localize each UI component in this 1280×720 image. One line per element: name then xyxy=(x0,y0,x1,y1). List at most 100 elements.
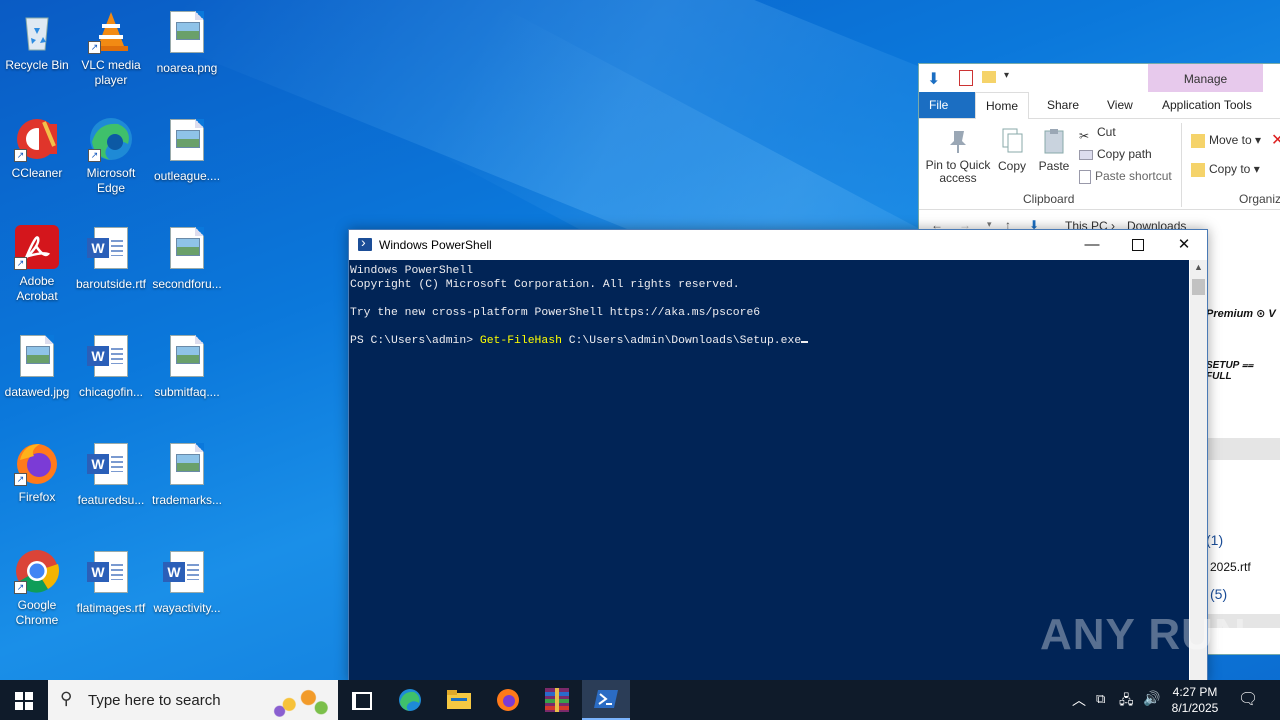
taskbar: ⚲ Type here to search ︿ ⧉ 🖧 🔊 4:27 PM 8/… xyxy=(0,680,1280,720)
desktop-icon-label: outleague.... xyxy=(153,169,221,183)
desktop-icon-ccleaner[interactable]: ↗ CCleaner xyxy=(0,116,74,181)
scroll-up-icon[interactable]: ▲ xyxy=(1194,262,1203,272)
content-text-line: Premium ⊙ V xyxy=(1206,308,1276,320)
show-hidden-icons-chevron-icon[interactable]: ︿ xyxy=(1072,690,1086,710)
powershell-icon xyxy=(358,234,372,251)
copy-path-icon xyxy=(1079,149,1093,160)
close-button[interactable]: ✕ xyxy=(1161,230,1207,260)
desktop-icon-label: Recycle Bin xyxy=(5,58,69,72)
word-document-icon: W xyxy=(87,227,134,273)
desktop-icon-baroutside[interactable]: W baroutside.rtf xyxy=(74,224,148,292)
minimize-button[interactable]: — xyxy=(1069,230,1115,260)
maximize-button[interactable] xyxy=(1115,230,1161,260)
content-band xyxy=(1206,438,1280,460)
copy-button[interactable]: Copy xyxy=(995,121,1029,173)
move-to-button[interactable]: Move to ▾ xyxy=(1191,130,1261,150)
taskbar-file-explorer-button[interactable] xyxy=(435,680,483,720)
desktop-icon-label: VLC media player xyxy=(81,58,141,87)
minimize-icon: — xyxy=(1084,236,1100,253)
system-clock[interactable]: 4:27 PM 8/1/2025 xyxy=(1160,684,1230,716)
word-document-icon: W xyxy=(87,443,134,489)
powershell-icon xyxy=(594,690,618,708)
desktop-icon-wayactivity[interactable]: W wayactivity... xyxy=(150,548,224,616)
device-icon[interactable]: ⧉ xyxy=(1096,691,1105,707)
console-command[interactable]: Get-FileHash xyxy=(480,335,562,347)
down-arrow-icon[interactable]: ⬇ xyxy=(927,69,940,89)
desktop-icon-label: datawed.jpg xyxy=(4,385,70,399)
shortcut-arrow-icon: ↗ xyxy=(14,473,27,486)
desktop-icon-label: noarea.png xyxy=(156,61,218,75)
copy-path-button[interactable]: Copy path xyxy=(1079,144,1152,164)
tab-home[interactable]: Home xyxy=(975,92,1030,120)
desktop-icon-label: submitfaq.... xyxy=(154,385,220,399)
desktop-icon-featuredsu[interactable]: W featuredsu... xyxy=(74,440,148,508)
copy-to-button[interactable]: Copy to ▾ xyxy=(1191,159,1260,179)
chrome-icon: ↗ xyxy=(14,548,60,594)
group-divider xyxy=(1181,123,1182,207)
desktop-icon-label: Microsoft Edge xyxy=(86,166,136,195)
shortcut-arrow-icon: ↗ xyxy=(14,257,27,270)
scrollbar-thumb[interactable] xyxy=(1192,279,1205,295)
desktop-icon-trademarks[interactable]: trademarks... xyxy=(150,440,224,508)
volume-icon[interactable]: 🔊 xyxy=(1143,690,1160,707)
desktop-icon-flatimages[interactable]: W flatimages.rtf xyxy=(74,548,148,616)
task-view-icon xyxy=(352,692,372,710)
desktop-icon-chrome[interactable]: ↗ Google Chrome xyxy=(0,548,74,628)
window-title: Windows PowerShell xyxy=(379,238,492,252)
taskbar-powershell-button[interactable] xyxy=(582,680,630,720)
taskbar-winrar-button[interactable] xyxy=(533,680,581,720)
organize-group-label: Organiz xyxy=(1239,192,1280,206)
manage-context-tab[interactable]: Manage xyxy=(1148,64,1263,92)
desktop-icon-submitfaq[interactable]: submitfaq.... xyxy=(150,332,224,400)
ribbon-home: Pin to Quick access Copy Paste ✂ Cut Copy… xyxy=(919,119,1280,210)
paste-shortcut-button[interactable]: Paste shortcut xyxy=(1079,166,1172,186)
task-view-button[interactable] xyxy=(336,680,384,720)
firefox-icon xyxy=(497,689,519,711)
desktop-icon-vlc[interactable]: ↗ VLC media player xyxy=(74,8,148,88)
group-count[interactable]: (5) xyxy=(1210,586,1280,602)
tab-view[interactable]: View xyxy=(1097,92,1143,118)
image-file-icon xyxy=(164,119,210,165)
word-document-icon: W xyxy=(87,335,134,381)
start-button[interactable] xyxy=(0,680,48,720)
scissors-icon: ✂ xyxy=(1079,128,1090,143)
shortcut-arrow-icon: ↗ xyxy=(14,149,27,162)
folder-copy-icon xyxy=(1191,162,1205,177)
taskbar-edge-button[interactable] xyxy=(386,680,434,720)
notifications-icon[interactable]: 🗨 xyxy=(1238,689,1258,709)
desktop-icon-outleague[interactable]: outleague.... xyxy=(150,116,224,184)
cut-button[interactable]: ✂ Cut xyxy=(1079,122,1116,143)
pin-to-quick-access-button[interactable]: Pin to Quick access xyxy=(923,121,993,185)
folder-move-icon xyxy=(1191,133,1205,148)
taskbar-search-box[interactable]: ⚲ Type here to search xyxy=(48,680,338,720)
console-line: Try the new cross-platform PowerShell ht… xyxy=(350,307,761,319)
file-list-item[interactable]: 2025.rtf xyxy=(1210,560,1280,574)
desktop-icon-secondforu[interactable]: secondforu... xyxy=(150,224,224,292)
new-folder-icon[interactable] xyxy=(982,71,996,83)
group-count[interactable]: (1) xyxy=(1206,532,1280,548)
network-icon[interactable]: 🖧 xyxy=(1119,691,1134,713)
chevron-down-icon[interactable]: ▾ xyxy=(1004,70,1009,81)
tab-file[interactable]: File xyxy=(919,92,975,118)
desktop-icon-acrobat[interactable]: ↗ Adobe Acrobat xyxy=(0,224,74,304)
tab-application-tools[interactable]: Application Tools xyxy=(1152,92,1262,118)
delete-icon[interactable]: ✕ xyxy=(1271,130,1280,150)
tab-share[interactable]: Share xyxy=(1037,92,1089,118)
desktop-icon-firefox[interactable]: ↗ Firefox xyxy=(0,440,74,505)
taskbar-firefox-button[interactable] xyxy=(484,680,532,720)
copy-icon xyxy=(1000,127,1024,155)
clock-date: 8/1/2025 xyxy=(1171,701,1219,715)
acrobat-icon: ↗ xyxy=(14,224,60,270)
desktop-icon-noarea[interactable]: noarea.png xyxy=(150,8,224,76)
desktop-icon-recycle-bin[interactable]: Recycle Bin xyxy=(0,8,74,73)
desktop-icon-chicagofin[interactable]: W chicagofin... xyxy=(74,332,148,400)
desktop-icon-datawed[interactable]: datawed.jpg xyxy=(0,332,74,400)
properties-icon[interactable] xyxy=(959,70,973,86)
desktop-icon-edge[interactable]: ↗ Microsoft Edge xyxy=(74,116,148,196)
text-cursor xyxy=(801,341,809,343)
console-argument[interactable]: C:\Users\admin\Downloads\Setup.exe xyxy=(562,335,801,347)
powershell-titlebar[interactable]: Windows PowerShell — ✕ xyxy=(349,230,1207,260)
console-line: Windows PowerShell xyxy=(350,265,474,277)
image-file-icon xyxy=(164,11,210,57)
paste-button[interactable]: Paste xyxy=(1035,121,1073,173)
